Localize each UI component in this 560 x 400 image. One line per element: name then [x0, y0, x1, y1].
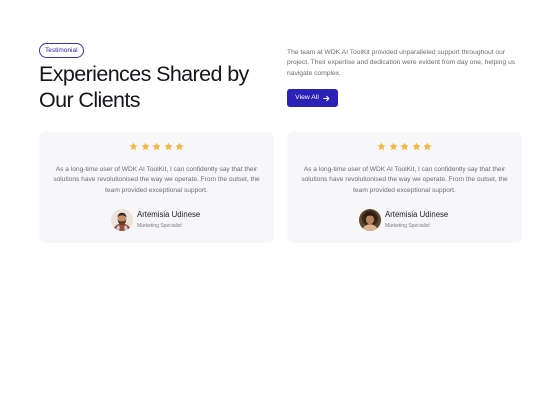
author-name: Artemisia Udinese	[137, 210, 201, 219]
view-all-label: View All	[295, 94, 319, 101]
testimonial-card: As a long-time user of WDK AI ToolKit, I…	[287, 132, 522, 243]
testimonial-quote: As a long-time user of WDK AI ToolKit, I…	[301, 166, 508, 194]
section-title: Experiences Shared by Our Clients	[39, 61, 274, 113]
author-role: Marketing Specialist	[137, 223, 182, 229]
star-icon	[377, 142, 386, 151]
arrow-right-icon	[323, 95, 330, 102]
star-rating	[287, 142, 522, 151]
star-icon	[129, 142, 138, 151]
view-all-button[interactable]: View All	[287, 89, 338, 107]
testimonial-quote: As a long-time user of WDK AI ToolKit, I…	[53, 166, 260, 194]
section-title-line-2: Our Clients	[39, 88, 141, 112]
star-icon	[423, 142, 432, 151]
star-icon	[152, 142, 161, 151]
star-icon	[163, 142, 173, 151]
star-rating	[39, 142, 274, 151]
testimonial-badge: Testimonial	[39, 43, 84, 58]
star-icon	[411, 142, 421, 151]
author-name: Artemisia Udinese	[385, 210, 449, 219]
avatar	[359, 209, 381, 231]
testimonial-author: Artemisia Udinese Marketing Specialist	[359, 209, 448, 231]
section-title-line-1: Experiences Shared by	[39, 62, 249, 86]
star-icon	[175, 142, 184, 151]
author-role: Marketing Specialist	[385, 223, 430, 229]
testimonials-section: Testimonial Experiences Shared by Our Cl…	[0, 0, 560, 400]
section-lead-text: The team at WDK AI ToolKit provided unpa…	[287, 49, 516, 77]
star-icon	[140, 142, 150, 151]
star-icon	[388, 142, 398, 151]
testimonial-card: As a long-time user of WDK AI ToolKit, I…	[39, 132, 274, 243]
testimonial-author: Artemisia Udinese Marketing Specialist	[111, 209, 200, 231]
avatar	[111, 209, 133, 231]
star-icon	[400, 142, 409, 151]
